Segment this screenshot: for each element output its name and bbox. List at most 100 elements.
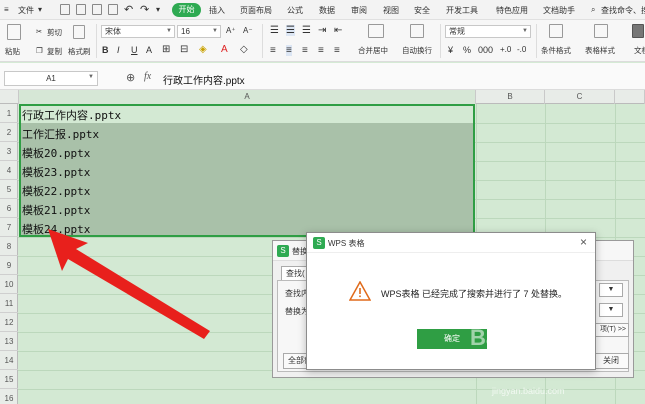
tab-doc-assistant[interactable]: 文档助手 <box>543 5 575 16</box>
increase-decimal-icon[interactable]: +.0 <box>500 45 511 54</box>
chevron-down-icon[interactable]: ▾ <box>38 5 42 14</box>
decrease-font-icon[interactable]: A⁻ <box>243 26 253 35</box>
font-color-icon[interactable]: A <box>221 44 228 55</box>
paste-icon[interactable] <box>7 24 21 40</box>
align-top-icon[interactable]: ☰ <box>270 25 279 36</box>
row-number[interactable]: 8 <box>0 237 18 256</box>
tab-security[interactable]: 安全 <box>414 5 430 16</box>
paste-button[interactable]: 粘贴 <box>5 46 20 57</box>
row-number[interactable]: 13 <box>0 332 18 351</box>
options-button[interactable]: 项(T) >> <box>593 323 629 337</box>
copy-icon[interactable]: ❐ <box>36 46 43 55</box>
find-dropdown[interactable]: ▼ <box>599 283 623 297</box>
cell-a1[interactable]: 行政工作内容.pptx <box>22 107 121 123</box>
justify-icon[interactable]: ≡ <box>318 45 324 56</box>
row-number[interactable]: 7 <box>0 218 18 237</box>
copy-button[interactable]: 复制 <box>47 46 62 57</box>
row-number[interactable]: 11 <box>0 294 18 313</box>
distribute-icon[interactable]: ≡ <box>334 45 340 56</box>
scissors-icon[interactable]: ✂ <box>36 27 42 36</box>
tab-view[interactable]: 视图 <box>383 5 399 16</box>
column-header-c[interactable]: C <box>545 90 615 104</box>
tab-insert[interactable]: 插入 <box>209 5 225 16</box>
row-number[interactable]: 2 <box>0 123 18 142</box>
cell-a6[interactable]: 模板21.pptx <box>22 202 90 218</box>
replace-dropdown[interactable]: ▼ <box>599 303 623 317</box>
chevron-down-icon[interactable]: ▾ <box>156 5 160 14</box>
number-format-select[interactable]: 常规 ▼ <box>445 25 531 38</box>
select-all-corner[interactable] <box>0 90 19 104</box>
align-center-icon[interactable]: ≡ <box>286 45 292 56</box>
document-icon[interactable] <box>632 24 644 38</box>
align-right-icon[interactable]: ≡ <box>302 45 308 56</box>
outdent-icon[interactable]: ⇤ <box>334 25 342 36</box>
command-search[interactable]: 查找命令、搜 <box>601 5 645 16</box>
font-size-select[interactable]: 16 ▼ <box>177 25 221 38</box>
indent-icon[interactable]: ⇥ <box>318 25 326 36</box>
formula-input[interactable]: 行政工作内容.pptx <box>163 72 245 87</box>
save-icon[interactable] <box>60 4 70 15</box>
tab-developer[interactable]: 开发工具 <box>446 5 478 16</box>
underline-icon[interactable]: U <box>131 45 138 55</box>
increase-font-icon[interactable]: A⁺ <box>226 26 236 35</box>
cell-a5[interactable]: 模板22.pptx <box>22 183 90 199</box>
format-painter-icon[interactable] <box>73 25 85 39</box>
row-number[interactable]: 15 <box>0 370 18 389</box>
conditional-format-button[interactable]: 条件格式 <box>541 45 571 56</box>
row-number[interactable]: 9 <box>0 256 18 275</box>
wrap-text-button[interactable]: 自动换行 <box>402 45 432 56</box>
align-middle-icon[interactable]: ☰ <box>286 25 295 36</box>
tab-data[interactable]: 数据 <box>319 5 335 16</box>
cell-a3[interactable]: 模板20.pptx <box>22 145 90 161</box>
tab-page-layout[interactable]: 页面布局 <box>240 5 272 16</box>
undo-icon[interactable]: ↶ <box>124 3 133 16</box>
wrap-text-icon[interactable] <box>410 24 424 38</box>
row-number[interactable]: 10 <box>0 275 18 294</box>
cut-button[interactable]: 剪切 <box>47 27 62 38</box>
name-box[interactable]: A1 <box>4 71 98 86</box>
border-icon[interactable]: ⊞ <box>162 44 170 55</box>
row-number[interactable]: 3 <box>0 142 18 161</box>
row-number[interactable]: 12 <box>0 313 18 332</box>
row-number[interactable]: 4 <box>0 161 18 180</box>
tab-start[interactable]: 开始 <box>172 3 201 17</box>
merge-cells-icon[interactable]: ⊟ <box>180 44 188 55</box>
row-number[interactable]: 1 <box>0 104 18 123</box>
align-left-icon[interactable]: ≡ <box>270 45 276 56</box>
merge-center-icon[interactable] <box>368 24 384 38</box>
currency-icon[interactable]: ¥ <box>448 45 453 55</box>
row-number[interactable]: 16 <box>0 389 18 404</box>
tab-review[interactable]: 审阅 <box>351 5 367 16</box>
format-painter-button[interactable]: 格式刷 <box>68 46 91 57</box>
strikethrough-icon[interactable]: A <box>146 45 152 55</box>
fx-icon[interactable]: fx <box>144 71 151 82</box>
preview-icon[interactable] <box>108 4 118 15</box>
export-icon[interactable] <box>76 4 86 15</box>
column-header-b[interactable]: B <box>476 90 545 104</box>
align-bottom-icon[interactable]: ☰ <box>302 25 311 36</box>
italic-icon[interactable]: I <box>117 45 120 55</box>
hamburger-icon[interactable]: ≡ <box>4 5 9 14</box>
merge-center-button[interactable]: 合并居中 <box>358 45 388 56</box>
close-icon[interactable]: × <box>580 235 587 249</box>
column-header-a[interactable]: A <box>19 90 476 104</box>
print-icon[interactable] <box>92 4 102 15</box>
table-style-icon[interactable] <box>594 24 608 38</box>
font-name-select[interactable]: 宋体 ▼ <box>101 25 175 38</box>
percent-icon[interactable]: % <box>463 45 471 55</box>
zoom-icon[interactable]: ⊕ <box>126 71 135 84</box>
tab-formula[interactable]: 公式 <box>287 5 303 16</box>
thousands-icon[interactable]: 000 <box>478 45 493 55</box>
table-style-button[interactable]: 表格样式 <box>585 45 615 56</box>
column-header-d[interactable] <box>615 90 645 104</box>
row-number[interactable]: 5 <box>0 180 18 199</box>
conditional-format-icon[interactable] <box>549 24 563 38</box>
document-button[interactable]: 文档 <box>634 45 645 56</box>
cell-a4[interactable]: 模板23.pptx <box>22 164 90 180</box>
decrease-decimal-icon[interactable]: -.0 <box>517 45 526 54</box>
fill-color-icon[interactable]: ◈ <box>199 44 207 55</box>
cell-a2[interactable]: 工作汇报.pptx <box>22 126 99 142</box>
tab-features[interactable]: 特色应用 <box>496 5 528 16</box>
menu-file[interactable]: 文件 <box>18 5 34 16</box>
search-icon[interactable]: ⌕ <box>591 5 595 15</box>
